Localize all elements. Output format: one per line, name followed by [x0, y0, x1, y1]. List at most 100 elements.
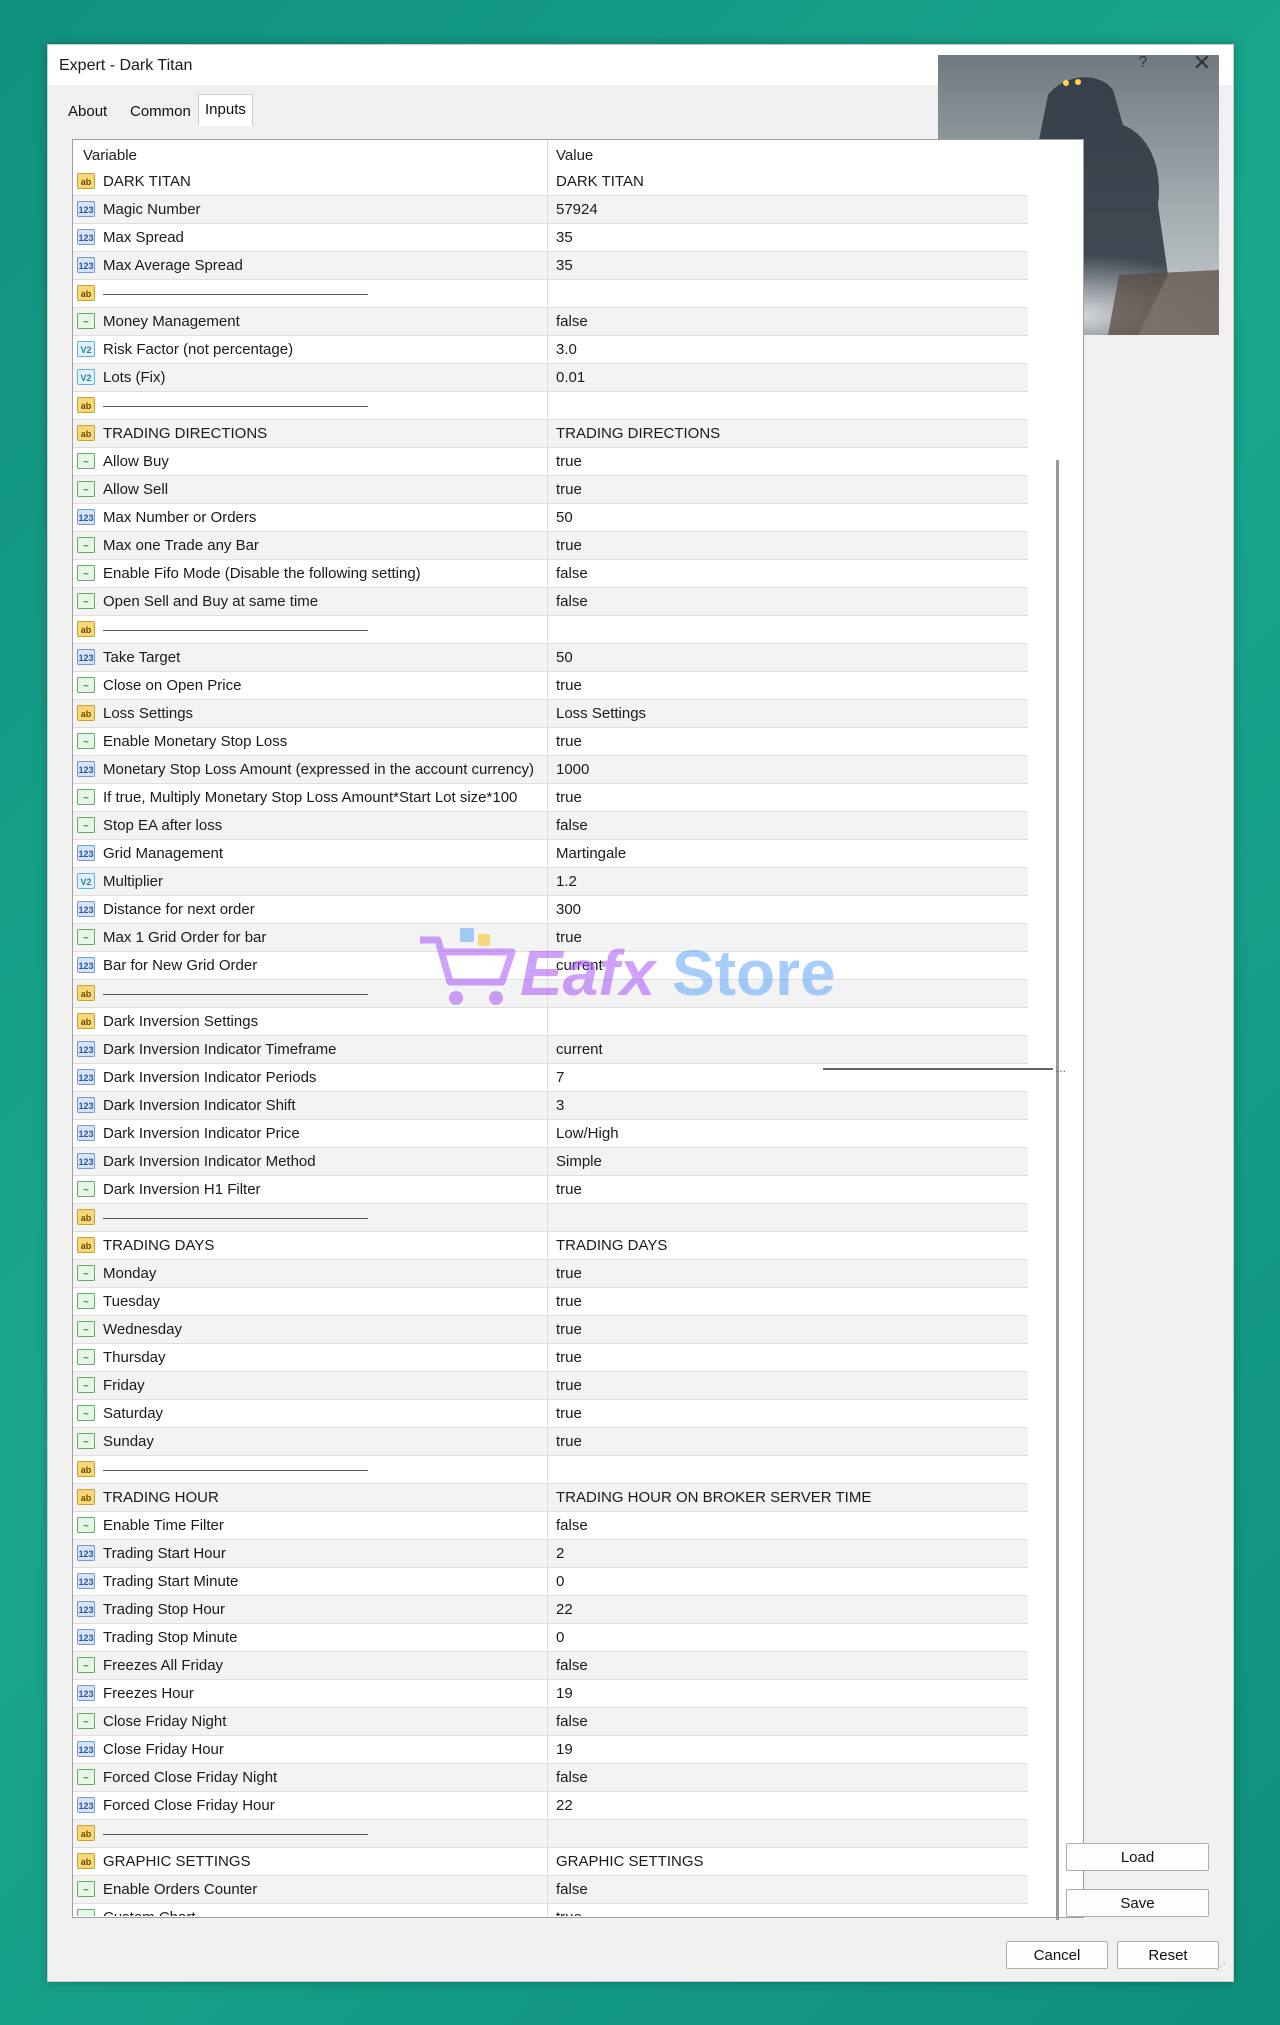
row-value[interactable]: 0: [556, 1573, 564, 1590]
row-value[interactable]: Martingale: [556, 845, 626, 862]
vertical-scrollbar[interactable]: [1028, 140, 1082, 1920]
table-row[interactable]: V2 Lots (Fix) 0.01: [73, 364, 1028, 392]
table-row[interactable]: ~ If true, Multiply Monetary Stop Loss Am…: [73, 784, 1028, 812]
row-value[interactable]: TRADING DIRECTIONS: [556, 425, 720, 442]
close-button[interactable]: ✕: [1188, 49, 1216, 77]
row-value[interactable]: true: [556, 453, 582, 470]
table-row[interactable]: 123 Grid Management Martingale: [73, 840, 1028, 868]
row-value[interactable]: 35: [556, 257, 573, 274]
table-row[interactable]: ~ Enable Time Filter false: [73, 1512, 1028, 1540]
table-row[interactable]: 123 Forced Close Friday Hour 22: [73, 1792, 1028, 1820]
row-value[interactable]: true: [556, 537, 582, 554]
table-row[interactable]: ~ Allow Sell true: [73, 476, 1028, 504]
row-value[interactable]: false: [556, 1713, 588, 1730]
table-row[interactable]: ~ Open Sell and Buy at same time false: [73, 588, 1028, 616]
tab-inputs[interactable]: Inputs: [198, 94, 253, 126]
table-row[interactable]: 123 Magic Number 57924: [73, 196, 1028, 224]
table-row[interactable]: ab DARK TITAN DARK TITAN: [73, 168, 1028, 196]
table-row[interactable]: ab Dark Inversion Settings: [73, 1008, 1028, 1036]
row-value[interactable]: false: [556, 565, 588, 582]
row-value[interactable]: current: [556, 957, 603, 974]
row-value[interactable]: 50: [556, 649, 573, 666]
table-row[interactable]: ab GRAPHIC SETTINGS GRAPHIC SETTINGS: [73, 1848, 1028, 1876]
table-row[interactable]: ~ Sunday true: [73, 1428, 1028, 1456]
table-row[interactable]: ab: [73, 392, 1028, 420]
table-row[interactable]: V2 Multiplier 1.2: [73, 868, 1028, 896]
table-row[interactable]: ab: [73, 280, 1028, 308]
row-value[interactable]: 0.01: [556, 369, 585, 386]
table-row[interactable]: ~ Custom Chart true: [73, 1904, 1028, 1916]
cancel-button[interactable]: Cancel: [1006, 1941, 1108, 1969]
row-value[interactable]: Low/High: [556, 1125, 619, 1142]
row-value[interactable]: 22: [556, 1797, 573, 1814]
table-row[interactable]: ab: [73, 980, 1028, 1008]
row-value[interactable]: true: [556, 1293, 582, 1310]
row-value[interactable]: false: [556, 1881, 588, 1898]
table-row[interactable]: 123 Dark Inversion Indicator Timeframe cur…: [73, 1036, 1028, 1064]
table-row[interactable]: ab TRADING DAYS TRADING DAYS: [73, 1232, 1028, 1260]
table-row[interactable]: V2 Risk Factor (not percentage) 3.0: [73, 336, 1028, 364]
row-value[interactable]: TRADING HOUR ON BROKER SERVER TIME: [556, 1489, 871, 1506]
table-row[interactable]: 123 Monetary Stop Loss Amount (expressed …: [73, 756, 1028, 784]
table-row[interactable]: 123 Trading Start Hour 2: [73, 1540, 1028, 1568]
tab-common[interactable]: Common: [124, 97, 197, 125]
row-value[interactable]: true: [556, 1349, 582, 1366]
table-row[interactable]: ~ Close on Open Price true: [73, 672, 1028, 700]
scrollbar-thumb[interactable]: [1056, 460, 1059, 1920]
row-value[interactable]: true: [556, 1265, 582, 1282]
table-row[interactable]: 123 Take Target 50: [73, 644, 1028, 672]
table-row[interactable]: ab: [73, 1820, 1028, 1848]
table-row[interactable]: ~ Wednesday true: [73, 1316, 1028, 1344]
table-row[interactable]: ~ Max 1 Grid Order for bar true: [73, 924, 1028, 952]
table-row[interactable]: ~ Close Friday Night false: [73, 1708, 1028, 1736]
table-row[interactable]: 123 Trading Start Minute 0: [73, 1568, 1028, 1596]
column-header-variable[interactable]: Variable: [83, 147, 137, 164]
row-value[interactable]: 1000: [556, 761, 589, 778]
row-value[interactable]: 19: [556, 1741, 573, 1758]
table-row[interactable]: 123 Max Average Spread 35: [73, 252, 1028, 280]
row-value[interactable]: 0: [556, 1629, 564, 1646]
row-value[interactable]: 57924: [556, 201, 598, 218]
table-row[interactable]: ~ Allow Buy true: [73, 448, 1028, 476]
table-row[interactable]: ~ Monday true: [73, 1260, 1028, 1288]
table-row[interactable]: ab: [73, 616, 1028, 644]
row-value[interactable]: 1.2: [556, 873, 577, 890]
row-value[interactable]: DARK TITAN: [556, 173, 644, 190]
table-row[interactable]: ab: [73, 1204, 1028, 1232]
table-row[interactable]: 123 Dark Inversion Indicator Price Low/Hig…: [73, 1120, 1028, 1148]
table-row[interactable]: 123 Dark Inversion Indicator Method Simple: [73, 1148, 1028, 1176]
row-value[interactable]: TRADING DAYS: [556, 1237, 667, 1254]
row-value[interactable]: true: [556, 1181, 582, 1198]
table-row[interactable]: 123 Dark Inversion Indicator Shift 3: [73, 1092, 1028, 1120]
row-value[interactable]: true: [556, 1909, 582, 1916]
save-button[interactable]: Save: [1066, 1889, 1209, 1917]
table-row[interactable]: ~ Max one Trade any Bar true: [73, 532, 1028, 560]
table-row[interactable]: ab TRADING HOUR TRADING HOUR ON BROKER SER…: [73, 1484, 1028, 1512]
row-value[interactable]: false: [556, 1517, 588, 1534]
table-row[interactable]: ~ Thursday true: [73, 1344, 1028, 1372]
table-row[interactable]: 123 Bar for New Grid Order current: [73, 952, 1028, 980]
table-row[interactable]: ~ Stop EA after loss false: [73, 812, 1028, 840]
row-value[interactable]: true: [556, 481, 582, 498]
table-row[interactable]: 123 Trading Stop Hour 22: [73, 1596, 1028, 1624]
row-value[interactable]: true: [556, 677, 582, 694]
table-row[interactable]: ~ Freezes All Friday false: [73, 1652, 1028, 1680]
row-value[interactable]: Loss Settings: [556, 705, 646, 722]
row-value[interactable]: current: [556, 1041, 603, 1058]
row-value[interactable]: 7: [556, 1069, 564, 1086]
row-value[interactable]: true: [556, 1321, 582, 1338]
reset-button[interactable]: Reset: [1117, 1941, 1219, 1969]
table-row[interactable]: ab: [73, 1456, 1028, 1484]
help-button[interactable]: ?: [1131, 51, 1155, 75]
table-row[interactable]: ~ Enable Orders Counter false: [73, 1876, 1028, 1904]
row-value[interactable]: true: [556, 1405, 582, 1422]
load-button[interactable]: Load: [1066, 1843, 1209, 1871]
row-value[interactable]: GRAPHIC SETTINGS: [556, 1853, 704, 1870]
row-value[interactable]: false: [556, 1769, 588, 1786]
table-row[interactable]: ~ Saturday true: [73, 1400, 1028, 1428]
row-value[interactable]: false: [556, 817, 588, 834]
table-row[interactable]: 123 Freezes Hour 19: [73, 1680, 1028, 1708]
table-row[interactable]: ~ Friday true: [73, 1372, 1028, 1400]
tab-about[interactable]: About: [62, 97, 113, 125]
table-row[interactable]: 123 Trading Stop Minute 0: [73, 1624, 1028, 1652]
